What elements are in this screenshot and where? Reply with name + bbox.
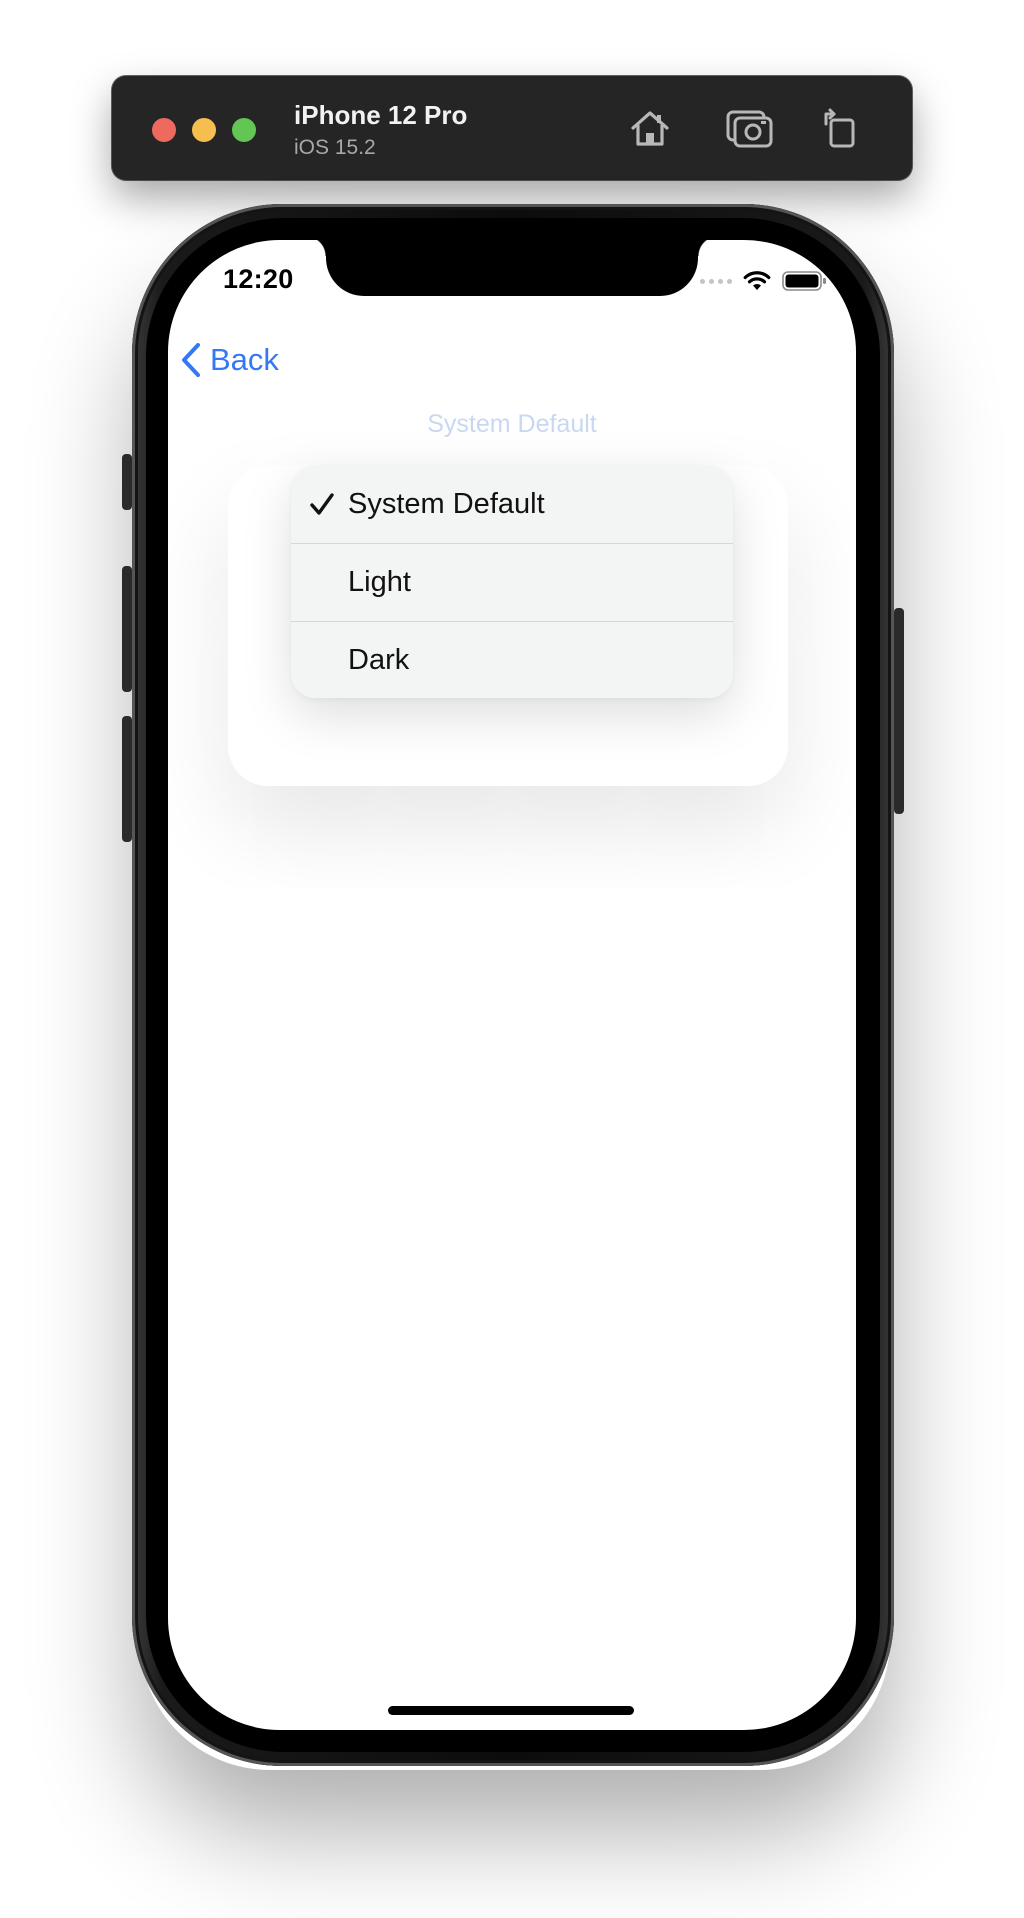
menu-item-system-default[interactable]: System Default	[291, 466, 733, 544]
status-icons	[700, 270, 828, 292]
home-icon	[631, 111, 669, 146]
wifi-icon	[743, 271, 771, 290]
menu-item-light[interactable]: Light	[291, 544, 733, 622]
maximize-window-button[interactable]	[232, 118, 256, 142]
os-version: iOS 15.2	[294, 136, 376, 159]
menu-item-label: Dark	[348, 644, 410, 676]
appearance-menu: System Default Light Dark	[291, 466, 733, 698]
home-button[interactable]	[624, 102, 676, 154]
screenshot-camera-icon	[726, 110, 773, 148]
power-button	[894, 608, 904, 814]
minimize-window-button[interactable]	[192, 118, 216, 142]
cellular-signal-icon	[700, 278, 732, 284]
chevron-left-icon	[182, 343, 200, 377]
back-button[interactable]: Back	[180, 338, 279, 382]
notch	[306, 240, 718, 296]
status-time: 12:20	[223, 264, 294, 294]
simulator-toolbar: iPhone 12 Pro iOS 15.2	[112, 76, 912, 180]
mute-switch	[122, 454, 132, 510]
device-screen: 12:20 Back System Default System Default…	[168, 240, 856, 1730]
volume-up-button	[122, 566, 132, 692]
device-name: iPhone 12 Pro	[294, 100, 468, 130]
rotate-icon	[824, 108, 855, 148]
checkmark-icon	[310, 493, 334, 515]
battery-icon	[782, 271, 826, 291]
menu-item-dark[interactable]: Dark	[291, 622, 733, 698]
rotate-button[interactable]	[814, 102, 866, 154]
back-label: Back	[210, 342, 279, 377]
volume-down-button	[122, 716, 132, 842]
menu-item-label: Light	[348, 566, 411, 598]
home-indicator[interactable]	[388, 1706, 634, 1715]
menu-item-label: System Default	[348, 488, 545, 520]
appearance-picker-button[interactable]: System Default	[168, 410, 856, 439]
screenshot-button[interactable]	[724, 102, 776, 154]
simulator-window: iPhone 12 Pro iOS 15.2 12:20 Back System…	[0, 0, 1024, 1918]
close-window-button[interactable]	[152, 118, 176, 142]
